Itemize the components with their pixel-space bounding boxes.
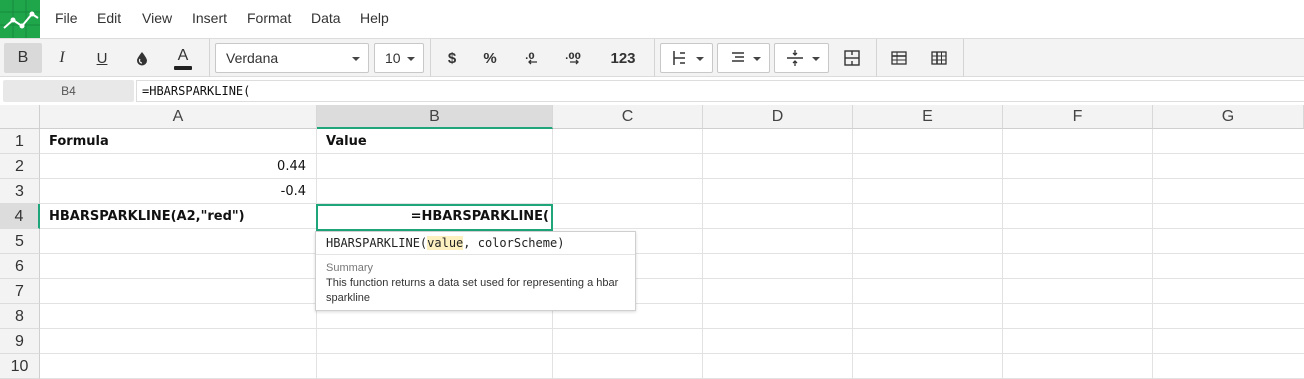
vertical-align-dropdown[interactable]	[717, 43, 770, 73]
font-family-value: Verdana	[226, 50, 279, 66]
italic-button[interactable]: I	[44, 43, 80, 73]
increase-decimals-icon: .00	[565, 52, 581, 65]
cell-a1[interactable]: Formula	[49, 129, 309, 154]
active-argument: value	[427, 236, 464, 250]
row-header-3[interactable]: 3	[0, 179, 40, 204]
row-header-6[interactable]: 6	[0, 254, 40, 279]
freeze-columns-button[interactable]	[922, 43, 956, 73]
formula-bar: B4 =HBARSPARKLINE(	[0, 77, 1304, 105]
font-size-value: 10	[385, 50, 401, 66]
font-family-select[interactable]: Verdana	[215, 43, 369, 73]
column-header-a[interactable]: A	[40, 105, 317, 129]
chevron-down-icon	[352, 57, 360, 61]
toolbar: B I U A Verdana 10 $ % .0 .00 123	[0, 38, 1304, 77]
toolbar-separator	[430, 39, 431, 77]
cell-a4[interactable]: HBARSPARKLINE(A2,"red")	[49, 204, 309, 229]
row-header-9[interactable]: 9	[0, 329, 40, 354]
function-autocomplete-popup: HBARSPARKLINE(value, colorScheme) Summar…	[315, 231, 636, 311]
function-name: HBARSPARKLINE(	[326, 236, 428, 250]
menu-data[interactable]: Data	[311, 10, 341, 26]
menu-format[interactable]: Format	[247, 10, 291, 26]
toolbar-separator	[654, 39, 655, 77]
align-lines-icon	[732, 52, 744, 62]
font-size-select[interactable]: 10	[374, 43, 424, 73]
align-left-icon	[673, 51, 685, 65]
formula-input[interactable]: =HBARSPARKLINE(	[136, 80, 1304, 102]
grid-line	[40, 303, 1304, 304]
row-header-5[interactable]: 5	[0, 229, 40, 254]
menu-bar: File Edit View Insert Format Data Help	[0, 0, 1304, 38]
text-color-button[interactable]: A	[164, 43, 202, 73]
column-header-b[interactable]: B	[317, 105, 553, 129]
text-color-icon: A	[177, 47, 189, 64]
menu-insert[interactable]: Insert	[192, 10, 227, 26]
grid-line	[852, 129, 853, 379]
merge-cells-button[interactable]	[835, 43, 869, 73]
grid-line	[40, 253, 1304, 254]
freeze-rows-button[interactable]	[882, 43, 916, 73]
fill-color-button[interactable]	[124, 43, 160, 73]
toolbar-separator	[209, 39, 210, 77]
column-header-c[interactable]: C	[553, 105, 703, 129]
function-description: This function returns a data set used fo…	[326, 277, 619, 304]
chevron-down-icon	[696, 57, 704, 61]
fill-color-icon	[137, 52, 147, 66]
menu-file[interactable]: File	[55, 10, 78, 26]
text-color-swatch	[174, 66, 192, 70]
increase-decimals-button[interactable]: .00	[556, 43, 592, 73]
vertical-align-middle-icon	[787, 50, 803, 66]
text-wrap-dropdown[interactable]	[774, 43, 829, 73]
currency-format-button[interactable]: $	[436, 43, 468, 73]
app-logo-icon	[0, 0, 40, 38]
menu-view[interactable]: View	[142, 10, 172, 26]
decrease-decimals-button[interactable]: .0	[516, 43, 548, 73]
select-all-corner[interactable]	[0, 105, 40, 129]
bold-button[interactable]: B	[4, 43, 42, 73]
active-cell-b4[interactable]: =HBARSPARKLINE(	[316, 204, 553, 231]
toolbar-separator	[876, 39, 877, 77]
cell-a2[interactable]: 0.44	[49, 154, 306, 179]
remaining-arguments: , colorScheme)	[463, 236, 565, 250]
chevron-down-icon	[407, 57, 415, 61]
chevron-down-icon	[812, 57, 820, 61]
grid-line	[40, 278, 1304, 279]
grid-line	[40, 328, 1304, 329]
table-grid-icon	[931, 51, 947, 65]
grid-line	[1002, 129, 1003, 379]
percent-format-button[interactable]: %	[474, 43, 506, 73]
spreadsheet-grid: A B C D E F G 1 2 3 4 5 6 7 8 9 10 Formu…	[0, 105, 1304, 379]
column-header-f[interactable]: F	[1003, 105, 1153, 129]
summary-label: Summary	[326, 262, 374, 274]
column-header-g[interactable]: G	[1153, 105, 1304, 129]
underline-button[interactable]: U	[84, 43, 120, 73]
grid-line	[702, 129, 703, 379]
grid-line	[1152, 129, 1153, 379]
cell-reference-box[interactable]: B4	[3, 80, 134, 102]
column-header-e[interactable]: E	[853, 105, 1003, 129]
menu-edit[interactable]: Edit	[97, 10, 121, 26]
row-header-10[interactable]: 10	[0, 354, 40, 379]
row-header-8[interactable]: 8	[0, 304, 40, 329]
function-signature[interactable]: HBARSPARKLINE(value, colorScheme)	[316, 232, 635, 255]
grid-line	[40, 353, 1304, 354]
row-header-4[interactable]: 4	[0, 204, 40, 229]
horizontal-align-dropdown[interactable]	[660, 43, 713, 73]
chevron-down-icon	[753, 57, 761, 61]
cell-b1[interactable]: Value	[326, 129, 546, 154]
decrease-decimals-icon: .0	[525, 52, 537, 65]
merge-cells-icon	[844, 50, 860, 66]
number-format-button[interactable]: 123	[600, 43, 646, 73]
row-header-2[interactable]: 2	[0, 154, 40, 179]
table-grid-icon	[891, 51, 907, 65]
row-header-7[interactable]: 7	[0, 279, 40, 304]
row-header-1[interactable]: 1	[0, 129, 40, 154]
svg-text:.00: .00	[565, 52, 581, 62]
cell-a3[interactable]: -0.4	[49, 179, 306, 204]
cell-editor-text: =HBARSPARKLINE(	[410, 209, 549, 224]
column-header-d[interactable]: D	[703, 105, 853, 129]
toolbar-separator	[963, 39, 964, 77]
menu-help[interactable]: Help	[360, 10, 389, 26]
